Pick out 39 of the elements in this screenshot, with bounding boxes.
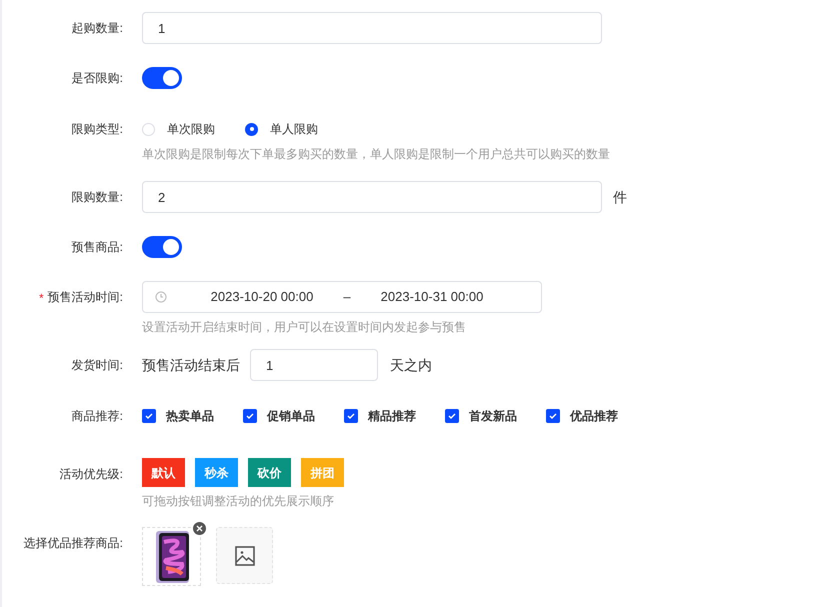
unit-label: 件: [613, 188, 627, 206]
image-icon: [234, 546, 254, 566]
range-separator: –: [342, 288, 352, 306]
help-text: 单次限购是限制每次下单最多购买的数量，单人限购是限制一个用户总共可以购买的数量: [142, 146, 610, 162]
field-label: 起购数量:: [72, 20, 123, 36]
field-label: 预售活动时间:: [48, 289, 123, 305]
date-range-field[interactable]: 2023-10-20 00:00 – 2023-10-31 00:00: [142, 281, 542, 313]
radio-option[interactable]: 单人限购: [245, 120, 318, 138]
checkbox-option[interactable]: 促销单品: [243, 407, 315, 425]
suffix-text: 天之内: [390, 356, 432, 374]
field-label: 限购类型:: [72, 121, 123, 137]
prefix-text: 预售活动结束后: [142, 356, 240, 374]
field-label: 活动优先级:: [60, 466, 123, 482]
field-label: 商品推荐:: [72, 408, 123, 424]
priority-tag[interactable]: 砍价: [248, 458, 291, 487]
end-date: 2023-10-31 00:00: [380, 288, 484, 306]
checkbox-option[interactable]: 优品推荐: [546, 407, 618, 425]
help-text: 可拖动按钮调整活动的优先展示顺序: [142, 493, 335, 509]
checkbox-option[interactable]: 精品推荐: [344, 407, 416, 425]
radio-option[interactable]: 单次限购: [142, 120, 215, 138]
field-label: 选择优品推荐商品:: [24, 535, 123, 551]
priority-tag[interactable]: 默认: [142, 458, 185, 487]
help-text: 设置活动开启结束时间，用户可以在设置时间内发起参与预售: [142, 319, 467, 335]
remove-icon[interactable]: [193, 522, 206, 535]
add-image-button[interactable]: [216, 527, 273, 584]
field-label: 预售商品:: [72, 239, 123, 255]
field-label: 限购数量:: [72, 189, 123, 205]
checkbox-option[interactable]: 首发新品: [445, 407, 517, 425]
field-label: 发货时间:: [72, 357, 123, 373]
toggle-switch[interactable]: [142, 67, 182, 89]
start-date: 2023-10-20 00:00: [210, 288, 314, 306]
clock-icon: [155, 291, 167, 303]
required-mark: *: [38, 290, 44, 307]
checkbox-option[interactable]: 热卖单品: [142, 407, 214, 425]
input-field[interactable]: 1: [250, 349, 378, 381]
input-field[interactable]: 1: [142, 12, 602, 44]
input-field[interactable]: 2: [142, 181, 602, 213]
field-label: 是否限购:: [72, 70, 123, 86]
toggle-switch[interactable]: [142, 236, 182, 258]
